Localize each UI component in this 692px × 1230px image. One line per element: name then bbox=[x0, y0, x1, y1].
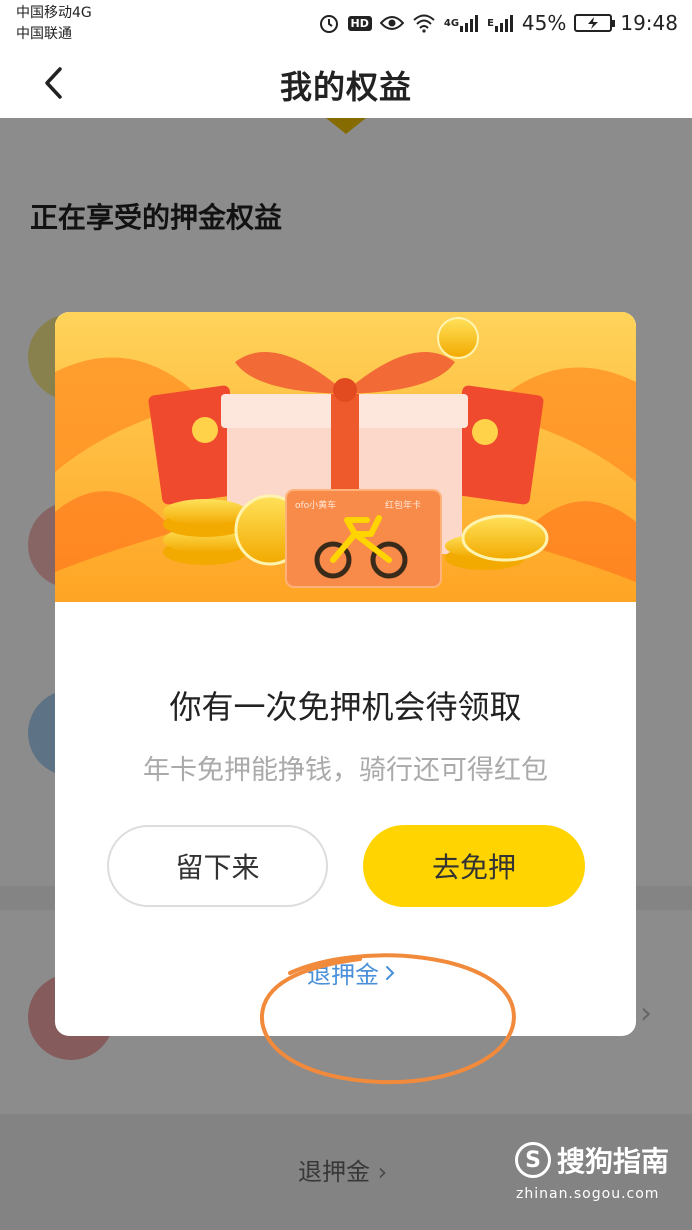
sogou-logo-icon: S bbox=[515, 1142, 551, 1178]
battery-percent: 45% bbox=[521, 11, 567, 35]
watermark-name: 搜狗指南 bbox=[557, 1145, 670, 1178]
card-brand: ofo小黄车 bbox=[295, 499, 336, 511]
watermark-url: zhinan.sogou.com bbox=[516, 1186, 660, 1202]
page-title: 我的权益 bbox=[279, 68, 412, 106]
battery-icon bbox=[574, 14, 616, 32]
sogou-watermark: S 搜狗指南 bbox=[515, 1140, 669, 1180]
gift-hero-illustration: ofo小黄车 红包年卡 bbox=[55, 312, 636, 602]
nav-bar: 我的权益 bbox=[0, 48, 692, 118]
deposit-free-modal: ofo小黄车 红包年卡 你有一次免押机会待领取 年卡免押能挣钱，骑行还可得红包 … bbox=[55, 312, 636, 1036]
signal-icon-secondary: E bbox=[487, 14, 514, 32]
eye-icon bbox=[379, 14, 404, 32]
hd-badge: HD bbox=[347, 15, 372, 31]
card-label: 红包年卡 bbox=[385, 499, 421, 511]
signal-icon: 4G bbox=[444, 14, 479, 32]
network-type-4g: 4G bbox=[443, 17, 460, 29]
wifi-icon bbox=[412, 13, 436, 33]
alarm-icon bbox=[318, 12, 340, 34]
go-deposit-free-button[interactable]: 去免押 bbox=[363, 825, 585, 907]
charging-icon bbox=[588, 17, 599, 29]
modal-title: 你有一次免押机会待领取 bbox=[169, 688, 522, 726]
clock: 19:48 bbox=[620, 11, 678, 35]
stay-button[interactable]: 留下来 bbox=[107, 825, 328, 907]
carrier-secondary: 中国联通 bbox=[16, 26, 72, 42]
network-type-e: E bbox=[487, 17, 494, 29]
modal-subtitle: 年卡免押能挣钱，骑行还可得红包 bbox=[143, 755, 548, 786]
carrier-primary: 中国移动4G bbox=[16, 5, 92, 21]
status-bar: 中国移动4G 中国联通 HD 4G E 45% 19:48 bbox=[0, 0, 692, 48]
annotation-circle bbox=[259, 953, 516, 1085]
status-icons: HD 4G E 45% 19:48 bbox=[318, 8, 678, 38]
